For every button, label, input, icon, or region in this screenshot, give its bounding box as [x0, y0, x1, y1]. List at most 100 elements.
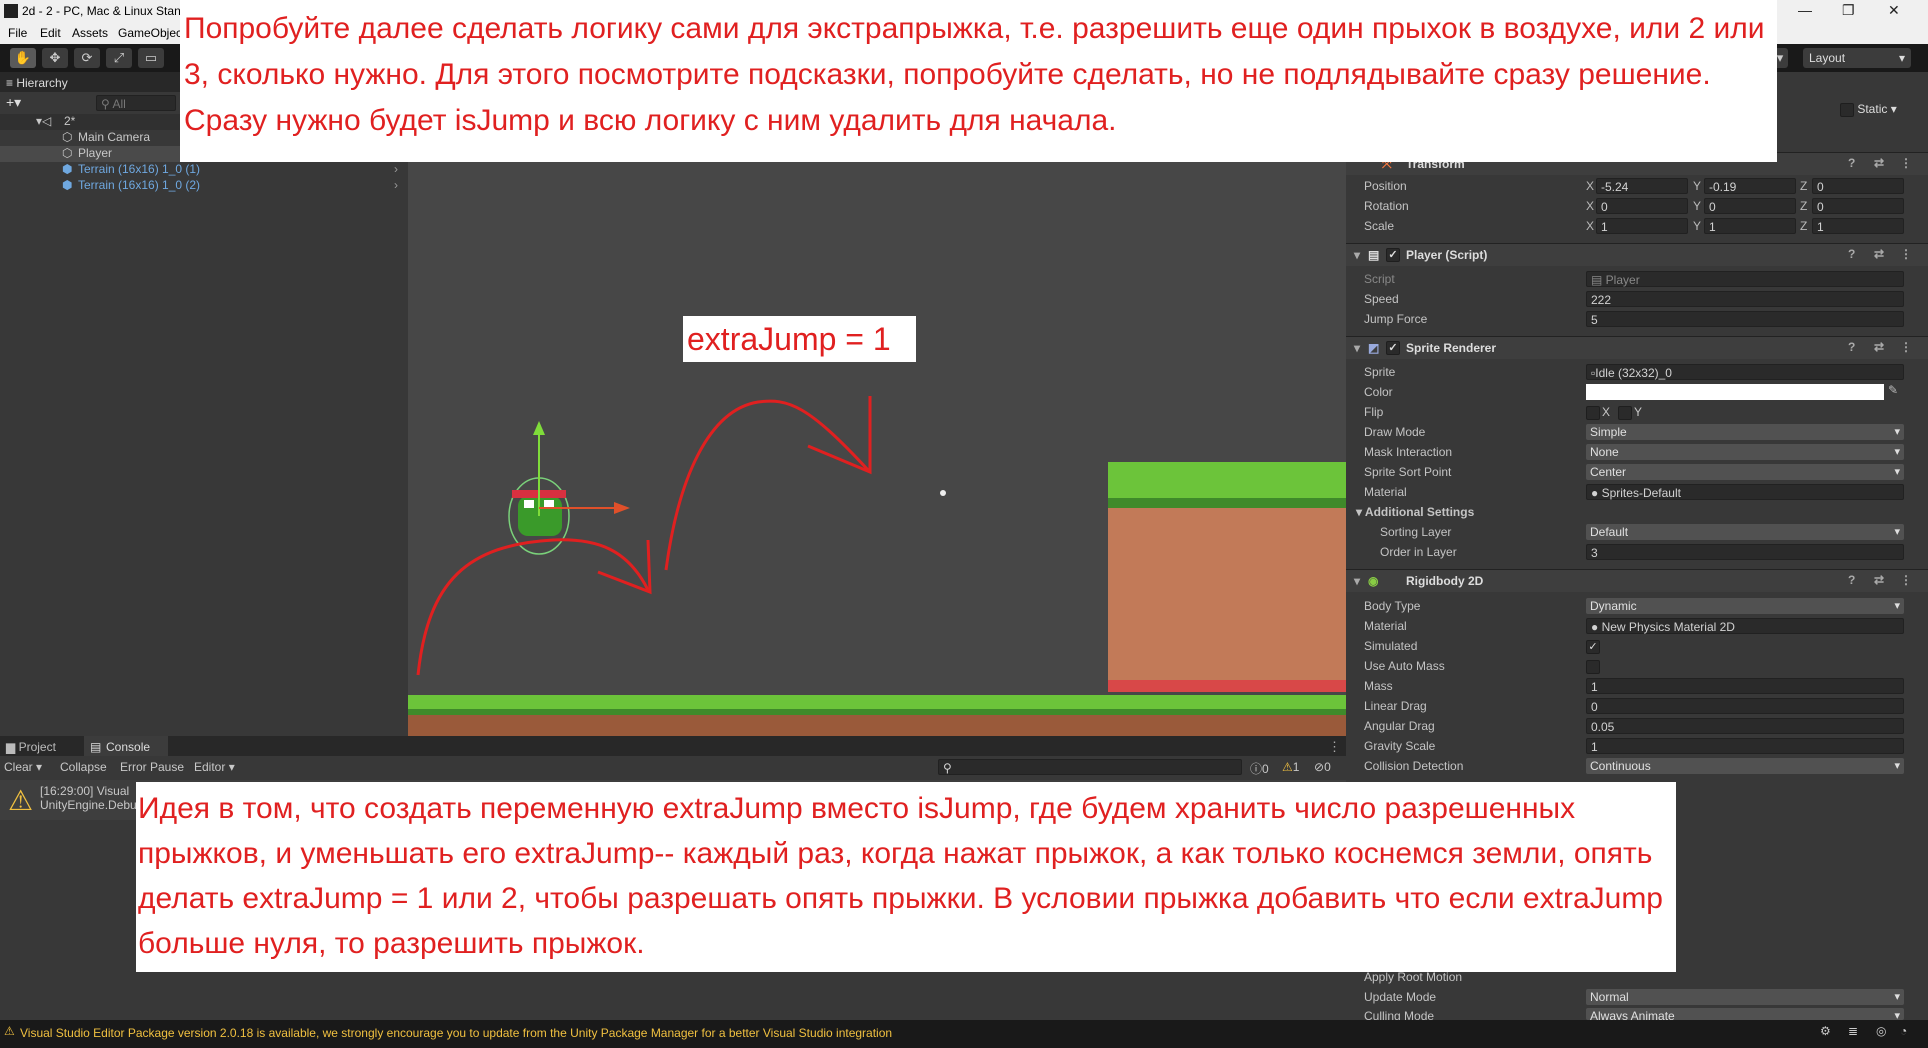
- restore-icon[interactable]: ❐: [1842, 2, 1855, 19]
- collision-detection-select[interactable]: Continuous: [1586, 758, 1904, 774]
- position-x-field[interactable]: -5.24: [1596, 178, 1688, 194]
- scale-z-field[interactable]: 1: [1812, 218, 1904, 234]
- culling-mode-select[interactable]: Always Animate: [1586, 1008, 1904, 1020]
- more-options-icon[interactable]: ⋮: [1900, 156, 1912, 170]
- sprite-field[interactable]: ▫Idle (32x32)_0: [1586, 364, 1904, 380]
- scale-tool-icon[interactable]: ⤢: [106, 48, 132, 68]
- script-field[interactable]: ▤ Player: [1586, 271, 1904, 287]
- debug-icon[interactable]: ⚙: [1820, 1024, 1831, 1038]
- x-label: X: [1586, 179, 1595, 193]
- color-swatch[interactable]: [1586, 384, 1884, 400]
- rotate-tool-icon[interactable]: ⟳: [74, 48, 100, 68]
- linear-drag-field[interactable]: 0: [1586, 698, 1904, 714]
- error-pause-button[interactable]: Error Pause: [120, 760, 184, 774]
- mass-field[interactable]: 1: [1586, 678, 1904, 694]
- preset-icon[interactable]: ⇄: [1874, 247, 1884, 261]
- position-y-field[interactable]: -0.19: [1704, 178, 1796, 194]
- scale-x-field[interactable]: 1: [1596, 218, 1688, 234]
- player-script-header[interactable]: ▾ ▤ ✓ Player (Script)? ⇄ ⋮: [1346, 243, 1928, 266]
- static-toggle[interactable]: Static ▾: [1840, 102, 1897, 117]
- auto-mass-label: Use Auto Mass: [1364, 659, 1445, 673]
- rigidbody-header[interactable]: ▾ ◉ Rigidbody 2D? ⇄ ⋮: [1346, 569, 1928, 592]
- help-icon[interactable]: ?: [1848, 156, 1855, 170]
- additional-settings-foldout[interactable]: ▾ Additional Settings: [1356, 505, 1474, 519]
- help-icon[interactable]: ?: [1848, 340, 1855, 354]
- scene-view[interactable]: [408, 160, 1346, 736]
- layout-dropdown[interactable]: Layout ▾: [1803, 48, 1911, 68]
- order-in-layer-field[interactable]: 3: [1586, 544, 1904, 560]
- script-value: Player: [1605, 273, 1640, 287]
- additional-settings-label: Additional Settings: [1364, 505, 1475, 519]
- more-options-icon[interactable]: ⋮: [1900, 573, 1912, 587]
- preset-icon[interactable]: ⇄: [1874, 156, 1884, 170]
- menu-gameobject[interactable]: GameObjec: [118, 26, 182, 40]
- mask-interaction-select[interactable]: None: [1586, 444, 1904, 460]
- warning-filter-toggle[interactable]: ⚠1: [1282, 760, 1299, 774]
- preset-icon[interactable]: ⇄: [1874, 340, 1884, 354]
- rect-tool-icon[interactable]: ▭: [138, 48, 164, 68]
- menu-lines-icon: ≡: [6, 76, 17, 90]
- sorting-layer-select[interactable]: Default: [1586, 524, 1904, 540]
- rotation-z-field[interactable]: 0: [1812, 198, 1904, 214]
- menu-assets[interactable]: Assets: [72, 26, 108, 40]
- stack-icon[interactable]: ≣: [1848, 1024, 1858, 1038]
- rotation-label: Rotation: [1364, 199, 1409, 213]
- eyedropper-icon[interactable]: ✎: [1888, 383, 1898, 397]
- flip-x-checkbox[interactable]: [1586, 406, 1600, 420]
- list-item[interactable]: ⬢ Terrain (16x16) 1_0 (1) ›: [0, 162, 408, 178]
- info-filter-toggle[interactable]: ⓘ0: [1250, 760, 1269, 777]
- network-icon[interactable]: ◎: [1876, 1024, 1886, 1038]
- move-tool-icon[interactable]: ✥: [42, 48, 68, 68]
- more-options-icon[interactable]: ⋮: [1900, 340, 1912, 354]
- status-bar[interactable]: ⚠ Visual Studio Editor Package version 2…: [0, 1020, 1928, 1048]
- enabled-checkbox[interactable]: ✓: [1386, 248, 1400, 262]
- simulated-checkbox[interactable]: ✓: [1586, 640, 1600, 654]
- scale-y-field[interactable]: 1: [1704, 218, 1796, 234]
- console-search-input[interactable]: ⚲: [938, 759, 1242, 775]
- static-checkbox[interactable]: [1840, 102, 1854, 117]
- error-filter-toggle[interactable]: ⊘0: [1314, 760, 1331, 774]
- hand-tool-icon[interactable]: ✋: [10, 48, 36, 68]
- angular-drag-field[interactable]: 0.05: [1586, 718, 1904, 734]
- body-type-select[interactable]: Dynamic: [1586, 598, 1904, 614]
- console-tab[interactable]: ▤ Console: [84, 736, 168, 756]
- scene-canvas: [408, 396, 1346, 736]
- sort-point-select[interactable]: Center: [1586, 464, 1904, 480]
- hierarchy-search-input[interactable]: ⚲ All: [96, 95, 176, 111]
- physics-material-field[interactable]: ● New Physics Material 2D: [1586, 618, 1904, 634]
- progress-icon[interactable]: ◔: [1900, 1024, 1907, 1038]
- editor-dropdown[interactable]: Editor ▾: [194, 760, 235, 774]
- menu-file[interactable]: File: [8, 26, 27, 40]
- more-options-icon[interactable]: ⋮: [1900, 247, 1912, 261]
- sprite-renderer-title: Sprite Renderer: [1406, 341, 1497, 355]
- project-tab[interactable]: ▆ Project: [6, 740, 56, 754]
- menu-edit[interactable]: Edit: [40, 26, 61, 40]
- gravity-scale-field[interactable]: 1: [1586, 738, 1904, 754]
- hierarchy-tab[interactable]: ≡ Hierarchy: [6, 76, 68, 90]
- draw-mode-select[interactable]: Simple: [1586, 424, 1904, 440]
- flip-y-checkbox[interactable]: [1618, 406, 1632, 420]
- update-mode-select[interactable]: Normal: [1586, 989, 1904, 1005]
- more-options-icon[interactable]: ⋮: [1328, 739, 1341, 755]
- list-item[interactable]: ⬢ Terrain (16x16) 1_0 (2) ›: [0, 178, 408, 194]
- help-icon[interactable]: ?: [1848, 247, 1855, 261]
- add-object-button[interactable]: +▾: [6, 94, 21, 111]
- position-z-field[interactable]: 0: [1812, 178, 1904, 194]
- sprite-renderer-header[interactable]: ▾ ◩ ✓ Sprite Renderer? ⇄ ⋮: [1346, 336, 1928, 359]
- gizmo-y-arrow-icon[interactable]: [533, 421, 545, 435]
- close-icon[interactable]: ✕: [1888, 2, 1900, 19]
- preset-icon[interactable]: ⇄: [1874, 573, 1884, 587]
- jump-force-field[interactable]: 5: [1586, 311, 1904, 327]
- enabled-checkbox[interactable]: ✓: [1386, 341, 1400, 355]
- material-field[interactable]: ● Sprites-Default: [1586, 484, 1904, 500]
- gizmo-x-arrow-icon[interactable]: [614, 502, 630, 514]
- chevron-right-icon: ›: [394, 162, 398, 176]
- clear-button[interactable]: Clear ▾: [4, 760, 42, 774]
- rotation-x-field[interactable]: 0: [1596, 198, 1688, 214]
- speed-field[interactable]: 222: [1586, 291, 1904, 307]
- rotation-y-field[interactable]: 0: [1704, 198, 1796, 214]
- help-icon[interactable]: ?: [1848, 573, 1855, 587]
- auto-mass-checkbox[interactable]: [1586, 660, 1600, 674]
- collapse-button[interactable]: Collapse: [60, 760, 107, 774]
- minimize-icon[interactable]: —: [1798, 2, 1812, 18]
